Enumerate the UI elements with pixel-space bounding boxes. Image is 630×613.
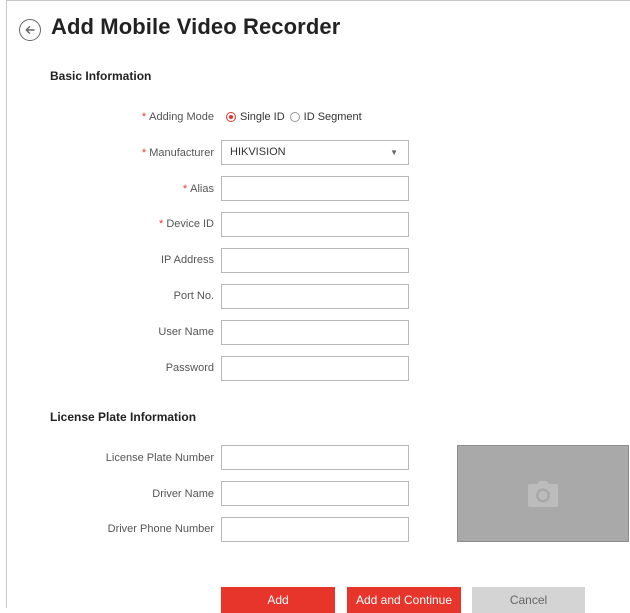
camera-icon	[528, 480, 558, 507]
user-name-input[interactable]	[221, 320, 409, 345]
cancel-button[interactable]: Cancel	[472, 587, 585, 613]
plate-number-label: License Plate Number	[105, 452, 214, 464]
vehicle-photo-upload[interactable]	[457, 445, 629, 542]
port-label: Port No.	[173, 290, 214, 302]
device-id-input[interactable]	[221, 212, 409, 237]
add-and-continue-button[interactable]: Add and Continue	[347, 587, 461, 613]
plate-number-input[interactable]	[221, 445, 409, 470]
page-title: Add Mobile Video Recorder	[51, 14, 341, 39]
manufacturer-value: HIKVISION	[230, 146, 286, 158]
radio-single-id[interactable]	[226, 112, 236, 122]
radio-id-segment[interactable]	[289, 112, 300, 122]
user-name-row: User Name	[0, 320, 214, 344]
driver-phone-label: Driver Phone Number	[107, 523, 214, 535]
adding-mode-radio-group: Single ID ID Segment	[226, 108, 362, 126]
password-label: Password	[165, 362, 214, 374]
required-mark: *	[141, 111, 147, 123]
chevron-down-icon: ▼	[390, 148, 398, 157]
required-mark: *	[159, 218, 164, 230]
adding-mode-label: * Adding Mode	[141, 111, 214, 123]
manufacturer-row: * Manufacturer	[0, 141, 214, 165]
user-name-label: User Name	[158, 326, 214, 338]
driver-phone-row: Driver Phone Number	[0, 517, 214, 541]
alias-row: * Alias	[0, 177, 214, 201]
device-id-label: * Device ID	[159, 218, 214, 230]
ip-address-label: IP Address	[161, 254, 214, 266]
password-input[interactable]	[221, 356, 409, 381]
manufacturer-select[interactable]: HIKVISION ▼	[221, 140, 409, 165]
ip-address-row: IP Address	[0, 248, 214, 272]
alias-label: * Alias	[182, 183, 214, 195]
section-title-license: License Plate Information	[50, 410, 197, 424]
plate-number-row: License Plate Number	[0, 446, 214, 470]
driver-name-row: Driver Name	[0, 482, 214, 506]
port-row: Port No.	[0, 284, 214, 308]
radio-id-segment-label[interactable]: ID Segment	[304, 111, 362, 123]
back-arrow-icon	[25, 26, 35, 34]
radio-single-id-label[interactable]: Single ID	[240, 111, 285, 123]
device-id-row: * Device ID	[0, 212, 214, 236]
add-button[interactable]: Add	[221, 587, 335, 613]
section-title-basic: Basic Information	[50, 69, 152, 83]
driver-name-label: Driver Name	[152, 488, 214, 500]
ip-address-input[interactable]	[221, 248, 409, 273]
manufacturer-label: * Manufacturer	[141, 147, 214, 159]
alias-input[interactable]	[221, 176, 409, 201]
adding-mode-row: * Adding Mode	[0, 105, 214, 129]
driver-name-input[interactable]	[221, 481, 409, 506]
driver-phone-input[interactable]	[221, 517, 409, 542]
port-input[interactable]	[221, 284, 409, 309]
required-mark: *	[141, 147, 147, 159]
password-row: Password	[0, 356, 214, 380]
required-mark: *	[182, 183, 188, 195]
back-button[interactable]	[19, 19, 41, 41]
